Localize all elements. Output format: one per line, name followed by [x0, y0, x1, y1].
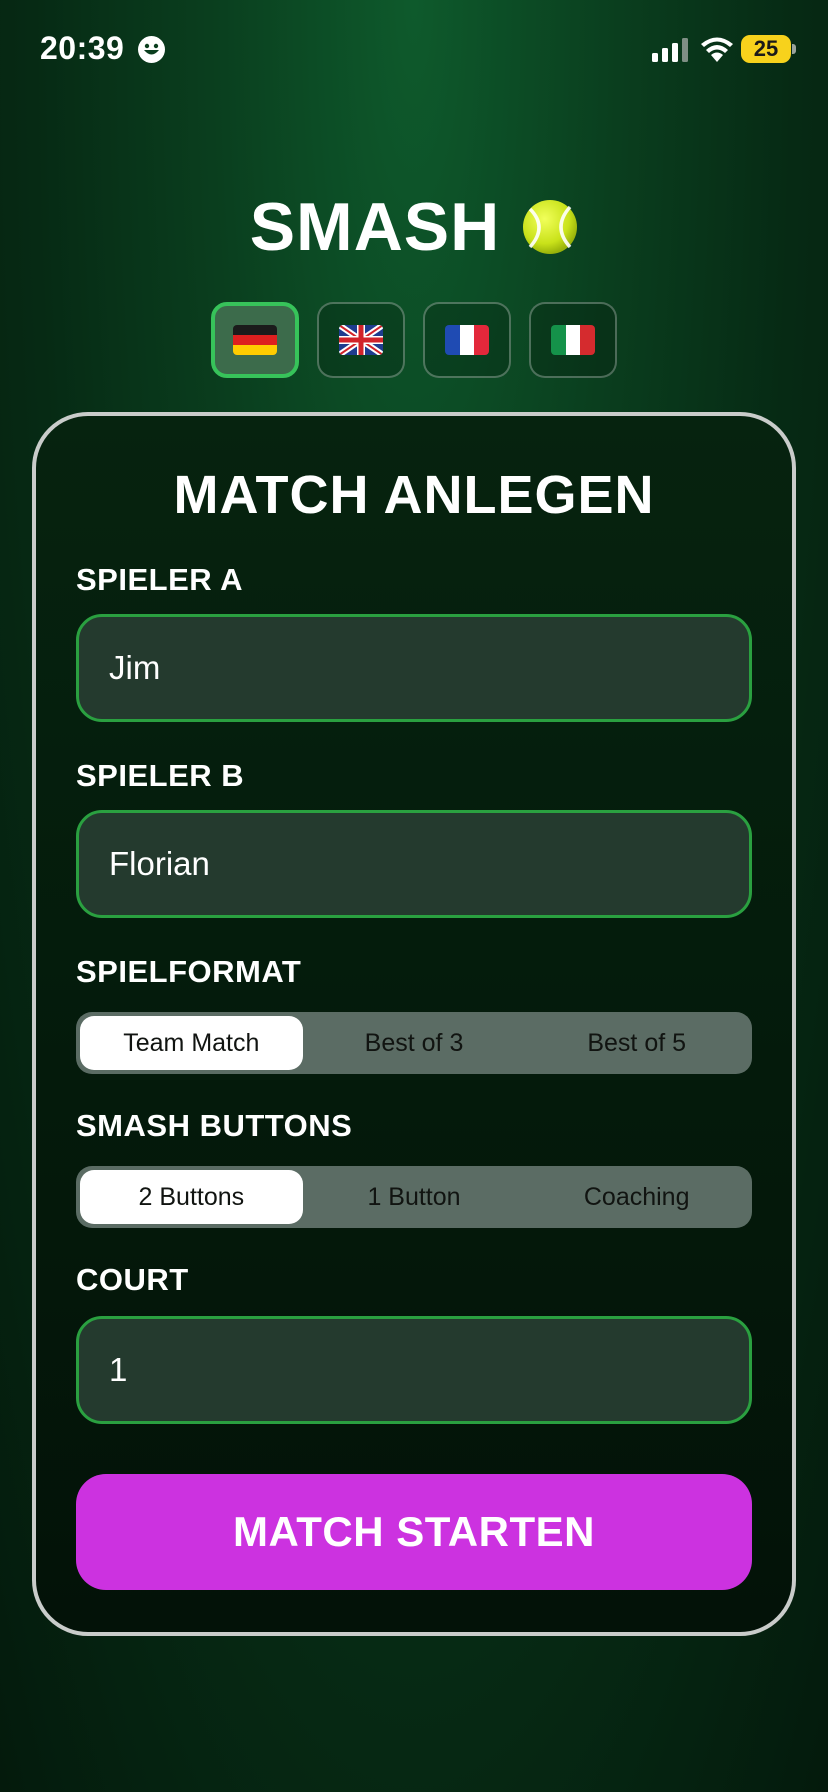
player-b-value: Florian	[109, 845, 210, 882]
court-value: 1	[109, 1351, 128, 1388]
app-title: SMASH	[249, 189, 501, 265]
flag-uk-icon	[339, 325, 383, 355]
buttons-option-2-buttons[interactable]: 2 Buttons	[80, 1170, 303, 1224]
buttons-option-1-button[interactable]: 1 Button	[303, 1170, 526, 1224]
language-button-en[interactable]	[317, 302, 405, 378]
grinning-face-icon	[138, 36, 165, 63]
battery-level: 25	[753, 36, 779, 61]
wifi-icon	[701, 37, 733, 62]
buttons-option-coaching[interactable]: Coaching	[525, 1170, 748, 1224]
format-option-team-match[interactable]: Team Match	[80, 1016, 303, 1070]
player-a-value: Jim	[109, 649, 161, 686]
court-label: COURT	[76, 1262, 189, 1297]
create-match-card: MATCH ANLEGEN SPIELER A Jim SPIELER B Fl…	[32, 412, 796, 1636]
language-button-de[interactable]	[211, 302, 299, 378]
player-b-label: SPIELER B	[76, 758, 245, 793]
smash-buttons-label: SMASH BUTTONS	[76, 1108, 353, 1143]
format-option-best-of-5[interactable]: Best of 5	[525, 1016, 748, 1070]
flag-germany-icon	[233, 325, 277, 355]
start-match-button[interactable]: MATCH STARTEN	[76, 1474, 752, 1590]
app-header: SMASH	[0, 184, 828, 270]
card-title: MATCH ANLEGEN	[173, 465, 655, 525]
language-button-fr[interactable]	[423, 302, 511, 378]
format-segmented-control: Team Match Best of 3 Best of 5	[76, 1012, 752, 1074]
tennis-ball-icon	[523, 200, 578, 254]
format-label: SPIELFORMAT	[76, 954, 302, 989]
player-a-label: SPIELER A	[76, 562, 243, 597]
flag-italy-icon	[551, 325, 595, 355]
smash-buttons-segmented-control: 2 Buttons 1 Button Coaching	[76, 1166, 752, 1228]
court-input[interactable]: 1	[76, 1316, 752, 1424]
signal-strength-icon	[652, 38, 688, 62]
status-time: 20:39	[40, 30, 125, 66]
format-option-best-of-3[interactable]: Best of 3	[303, 1016, 526, 1070]
flag-france-icon	[445, 325, 489, 355]
language-button-it[interactable]	[529, 302, 617, 378]
status-bar: 20:39 25	[0, 0, 828, 100]
battery-cap	[792, 44, 796, 54]
player-a-input[interactable]: Jim	[76, 614, 752, 722]
player-b-input[interactable]: Florian	[76, 810, 752, 918]
battery-icon: 25	[741, 35, 791, 63]
language-selector	[0, 302, 828, 380]
